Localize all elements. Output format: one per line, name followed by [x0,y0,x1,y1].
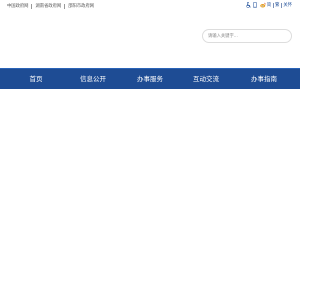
top-right-tools: 简 繁 关怀 [246,2,292,8]
search-input[interactable] [208,32,278,40]
lang-simplified-link[interactable]: 简 [267,2,271,8]
divider [31,3,33,9]
nav-item-info-public[interactable]: 信息公开 [74,69,112,89]
mobile-icon[interactable] [253,2,258,8]
divider [272,2,274,8]
top-link-gov-cn[interactable]: 中国政府网 [7,3,28,9]
top-link-hunan[interactable]: 湖南省政府网 [35,3,61,9]
top-links: 中国政府网 湖南省政府网 邵阳市政府网 [7,3,94,9]
top-bar: 中国政府网 湖南省政府网 邵阳市政府网 简 繁 关怀 [0,0,300,12]
nav-item-home[interactable]: 首页 [18,69,54,89]
wheelchair-icon[interactable] [246,2,251,8]
nav-item-interaction[interactable]: 互动交流 [187,69,225,89]
care-mode-link[interactable]: 关怀 [283,2,292,8]
divider [64,3,66,9]
search-box [202,29,292,43]
nav-item-services[interactable]: 办事服务 [131,69,169,89]
top-link-shaoyang[interactable]: 邵阳市政府网 [68,3,94,9]
lang-traditional-link[interactable]: 繁 [275,2,279,8]
weibo-icon[interactable] [260,2,266,8]
page: 中国政府网 湖南省政府网 邵阳市政府网 简 繁 关怀 请输入关键字... 首页 … [0,0,300,300]
main-nav: 首页 信息公开 办事服务 互动交流 办事指南 [0,68,300,89]
nav-item-guide[interactable]: 办事指南 [245,69,283,89]
divider [280,2,282,8]
